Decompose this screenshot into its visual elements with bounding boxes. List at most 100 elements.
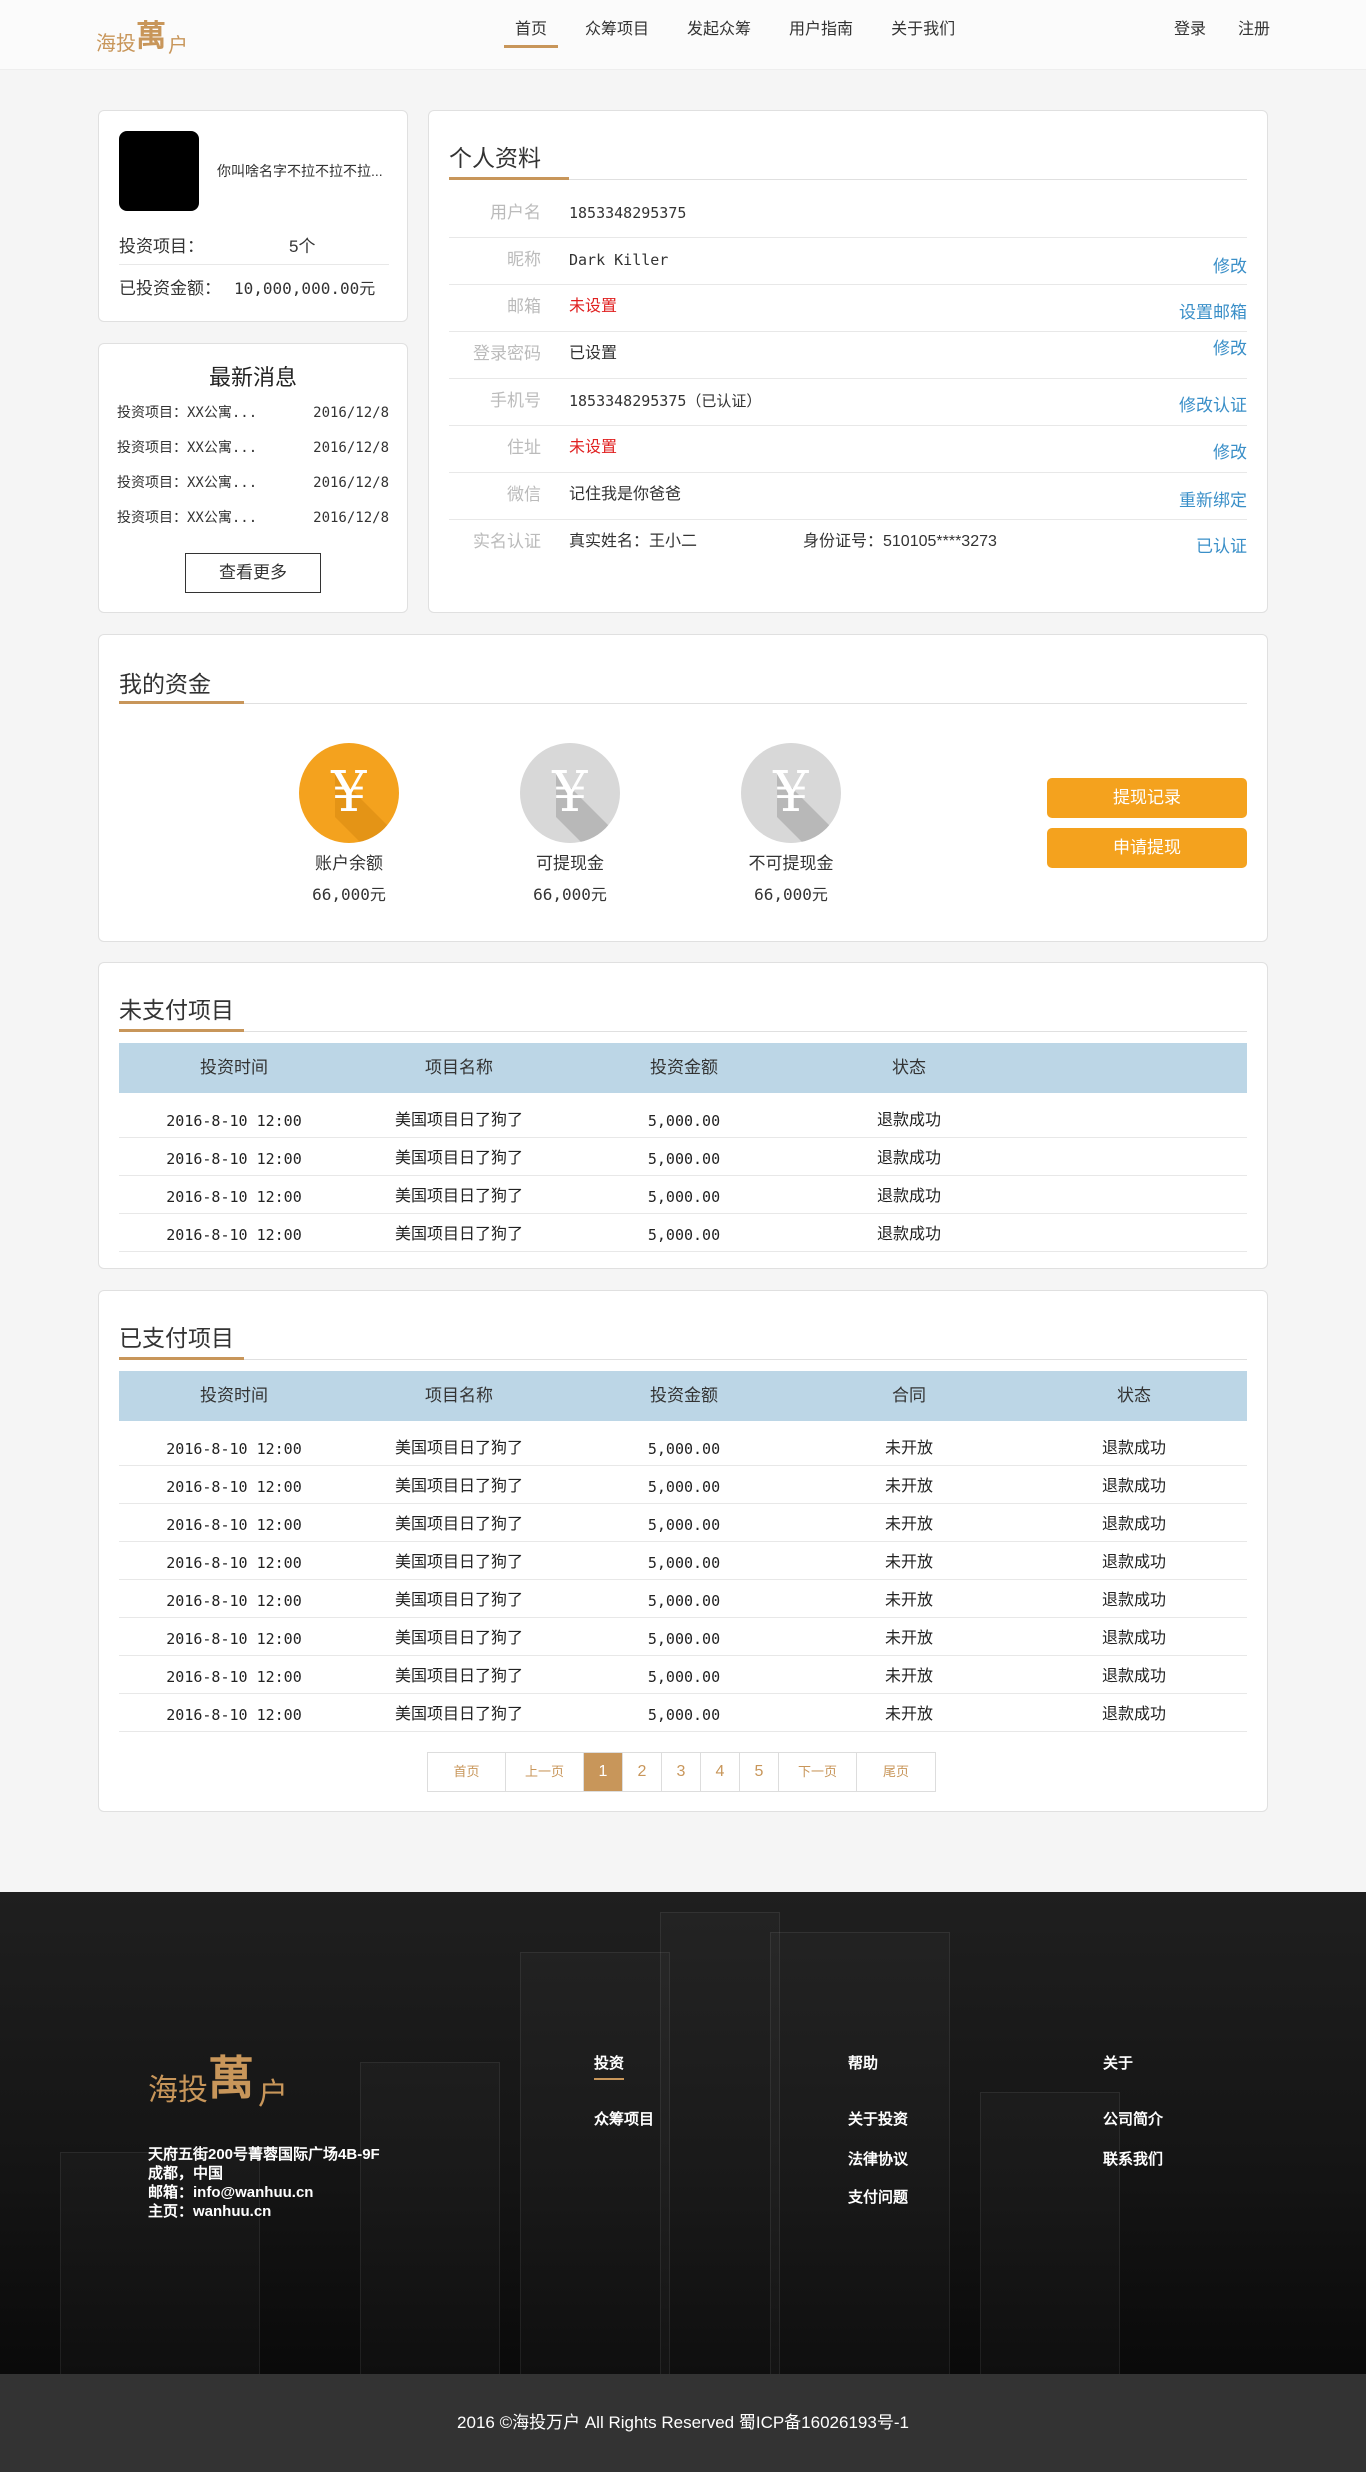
page-number-button[interactable]: 5: [740, 1753, 779, 1791]
page-number-button[interactable]: 2: [623, 1753, 662, 1791]
address-line: 天府五街200号菁蓉国际广场4B-9F: [148, 2146, 380, 2163]
info-row-wechat: 微信 记住我是你爸爸 重新绑定: [449, 473, 1247, 520]
footer-link[interactable]: 支付问题: [848, 2186, 908, 2207]
yen-glyph: ¥: [772, 760, 809, 825]
table-row[interactable]: 2016-8-10 12:00 美国项目日了狗了 5,000.00 退款成功: [119, 1214, 1247, 1252]
copyright-bar: 2016 ©海投万户 All Rights Reserved 蜀ICP备1602…: [0, 2374, 1366, 2472]
edit-address-link[interactable]: 修改: [1213, 438, 1247, 463]
table-row[interactable]: 2016-8-10 12:00 美国项目日了狗了 5,000.00 未开放 退款成功: [119, 1542, 1247, 1580]
table-header: 投资时间 项目名称 投资金额 合同 状态: [119, 1371, 1247, 1421]
withdraw-records-button[interactable]: 提现记录: [1047, 778, 1247, 818]
yen-coin-icon: ¥: [299, 743, 399, 843]
invest-time-cell: 2016-8-10 12:00: [166, 1150, 302, 1168]
table-row[interactable]: 2016-8-10 12:00 美国项目日了狗了 5,000.00 未开放 退款成功: [119, 1580, 1247, 1618]
edit-password-link[interactable]: 修改: [1213, 334, 1247, 359]
site-logo[interactable]: 海投 萬 户: [96, 12, 196, 58]
column-header: 投资时间: [200, 1058, 268, 1077]
login-link[interactable]: 登录: [1174, 0, 1206, 60]
auth-links: 登录 注册: [1174, 0, 1270, 60]
info-label: 邮箱: [507, 297, 541, 316]
info-row-real-name: 实名认证 真实姓名：王小二 身份证号：510105****3273 已认证: [449, 520, 1247, 567]
status-cell: 退款成功: [876, 1226, 941, 1243]
address-line: 成都，中国: [148, 2165, 224, 2182]
news-item[interactable]: 投资项目：XX公寓... 2016/12/8: [117, 396, 389, 431]
table-row[interactable]: 2016-8-10 12:00 美国项目日了狗了 5,000.00 未开放 退款成功: [119, 1428, 1247, 1466]
project-name-cell: 美国项目日了狗了: [394, 1630, 523, 1647]
rebind-wechat-link[interactable]: 重新绑定: [1179, 486, 1247, 511]
footer-link[interactable]: 联系我们: [1103, 2148, 1163, 2169]
unpaid-projects-card: 未支付项目 投资时间 项目名称 投资金额 状态 2016-8-10 12:00 …: [98, 962, 1268, 1269]
next-page-button[interactable]: 下一页: [779, 1753, 857, 1791]
non-withdrawable-label: 不可提现金: [748, 854, 834, 873]
news-item-date: 2016/12/8: [313, 475, 389, 491]
invest-time-cell: 2016-8-10 12:00: [166, 1440, 302, 1458]
nav-about-us[interactable]: 关于我们: [880, 0, 966, 70]
verified-badge[interactable]: 已认证: [1196, 532, 1247, 557]
divider: [119, 1359, 1247, 1360]
project-name-cell: 美国项目日了狗了: [394, 1112, 523, 1129]
edit-phone-link[interactable]: 修改认证: [1179, 391, 1247, 416]
column-header: 状态: [1117, 1386, 1151, 1405]
news-title: 最新消息: [208, 365, 297, 390]
nav-crowdfunding-projects[interactable]: 众筹项目: [574, 0, 660, 70]
footer-link[interactable]: 众筹项目: [594, 2108, 654, 2129]
news-item[interactable]: 投资项目：XX公寓... 2016/12/8: [117, 466, 389, 501]
contract-cell: 未开放: [884, 1706, 933, 1723]
footer-link[interactable]: 关于投资: [848, 2108, 908, 2129]
news-item[interactable]: 投资项目：XX公寓... 2016/12/8: [117, 501, 389, 536]
apply-withdraw-button[interactable]: 申请提现: [1047, 828, 1247, 868]
amount-cell: 5,000.00: [647, 1226, 721, 1244]
table-row[interactable]: 2016-8-10 12:00 美国项目日了狗了 5,000.00 未开放 退款成功: [119, 1656, 1247, 1694]
news-item[interactable]: 投资项目：XX公寓... 2016/12/8: [117, 431, 389, 466]
avatar[interactable]: [119, 131, 199, 211]
column-header: 合同: [892, 1386, 926, 1405]
nav-user-guide[interactable]: 用户指南: [778, 0, 864, 70]
view-more-button[interactable]: 查看更多: [185, 553, 321, 593]
project-name-cell: 美国项目日了狗了: [394, 1478, 523, 1495]
status-cell: 退款成功: [1101, 1630, 1166, 1647]
info-row-nickname: 昵称 Dark Killer 修改: [449, 238, 1247, 285]
invest-projects-stat: 投资项目： 5个: [119, 229, 389, 265]
title-underline: [449, 177, 569, 180]
my-funds-card: 我的资金 ¥ 账户余额 66,000元 ¥ 可提现金 66,000元 ¥ 不可提…: [98, 634, 1268, 942]
footer-link[interactable]: 法律协议: [848, 2148, 908, 2169]
nav-start-crowdfunding[interactable]: 发起众筹: [676, 0, 762, 70]
page-number-button[interactable]: 4: [701, 1753, 740, 1791]
footer-link[interactable]: 公司简介: [1103, 2108, 1163, 2129]
column-header: 项目名称: [425, 1386, 493, 1405]
invest-time-cell: 2016-8-10 12:00: [166, 1112, 302, 1130]
withdrawable-amount: 66,000元: [533, 885, 607, 904]
last-page-button[interactable]: 尾页: [857, 1753, 935, 1791]
table-row[interactable]: 2016-8-10 12:00 美国项目日了狗了 5,000.00 退款成功: [119, 1100, 1247, 1138]
news-item-date: 2016/12/8: [313, 405, 389, 421]
invest-projects-value: 5个: [289, 237, 316, 256]
personal-info-card: 个人资料 用户名 1853348295375 昵称 Dark Killer 修改…: [428, 110, 1268, 613]
table-row[interactable]: 2016-8-10 12:00 美国项目日了狗了 5,000.00 退款成功: [119, 1176, 1247, 1214]
background-building: [520, 1952, 670, 2374]
footer-column-title: 投资: [594, 2052, 625, 2080]
set-email-link[interactable]: 设置邮箱: [1179, 298, 1247, 323]
info-row-address: 住址 未设置 修改: [449, 426, 1247, 473]
table-row[interactable]: 2016-8-10 12:00 美国项目日了狗了 5,000.00 退款成功: [119, 1138, 1247, 1176]
first-page-button[interactable]: 首页: [428, 1753, 506, 1791]
project-name-cell: 美国项目日了狗了: [394, 1226, 523, 1243]
column-header: 项目名称: [425, 1058, 493, 1077]
amount-cell: 5,000.00: [647, 1706, 721, 1724]
news-item-text: 投资项目：XX公寓...: [117, 510, 258, 526]
footer-column-about: 关于 公司简介 联系我们: [1103, 2052, 1163, 2168]
edit-nickname-link[interactable]: 修改: [1213, 252, 1247, 277]
table-row[interactable]: 2016-8-10 12:00 美国项目日了狗了 5,000.00 未开放 退款成功: [119, 1466, 1247, 1504]
page-number-button[interactable]: 3: [662, 1753, 701, 1791]
prev-page-button[interactable]: 上一页: [506, 1753, 584, 1791]
contract-cell: 未开放: [884, 1592, 933, 1609]
nav-home[interactable]: 首页: [504, 0, 559, 70]
table-row[interactable]: 2016-8-10 12:00 美国项目日了狗了 5,000.00 未开放 退款成功: [119, 1694, 1247, 1732]
register-link[interactable]: 注册: [1238, 0, 1270, 60]
table-row[interactable]: 2016-8-10 12:00 美国项目日了狗了 5,000.00 未开放 退款成功: [119, 1618, 1247, 1656]
invested-amount-stat: 已投资金额： 10,000,000.00元: [119, 271, 389, 307]
page-number-button[interactable]: 1: [584, 1753, 623, 1791]
pagination: 首页 上一页 1 2 3 4 5 下一页 尾页: [427, 1752, 936, 1792]
table-row[interactable]: 2016-8-10 12:00 美国项目日了狗了 5,000.00 未开放 退款成功: [119, 1504, 1247, 1542]
footer-column-invest: 投资 众筹项目: [594, 2052, 654, 2128]
invested-amount-value: 10,000,000.00元: [234, 279, 376, 298]
